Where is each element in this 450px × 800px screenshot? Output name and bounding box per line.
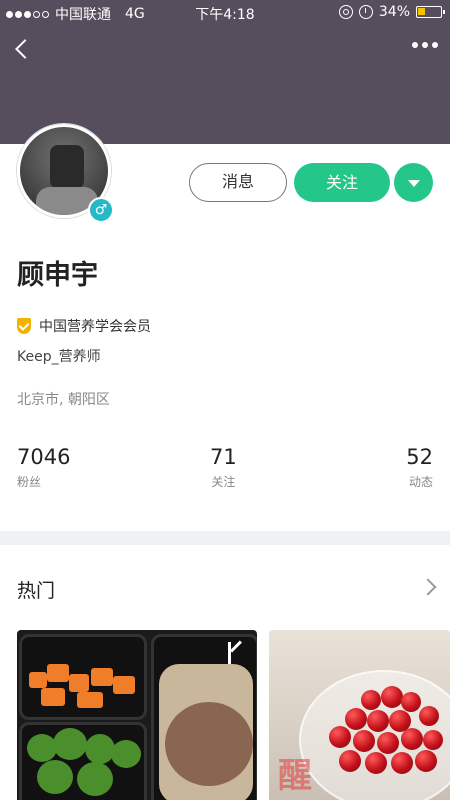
cherry — [329, 726, 351, 748]
status-bar: 中国联通 4G 下午4:18 34% — [0, 0, 450, 26]
cherry — [365, 752, 387, 774]
rotation-lock-icon — [338, 5, 353, 19]
carrot-piece — [91, 668, 113, 686]
profile-location: 北京市, 朝阳区 — [17, 392, 110, 408]
follow-button[interactable]: 关注 — [294, 163, 390, 202]
broccoli-piece — [111, 740, 141, 768]
broccoli-piece — [85, 734, 115, 764]
carrot-piece — [41, 688, 65, 706]
cherry — [377, 732, 399, 754]
cherry — [361, 690, 381, 710]
stat-posts-value: 52 — [406, 445, 433, 469]
broccoli-piece — [53, 728, 87, 760]
stat-following-label: 关注 — [211, 475, 236, 489]
cherry — [401, 692, 421, 712]
cherry — [419, 706, 439, 726]
cherry — [367, 710, 389, 732]
stat-followers-label: 粉丝 — [17, 475, 42, 489]
carrot-piece — [29, 672, 47, 688]
alarm-icon — [358, 5, 373, 19]
carrot-piece — [69, 674, 89, 692]
stat-following[interactable]: 71 关注 — [210, 445, 237, 490]
chevron-down-icon[interactable] — [394, 163, 433, 202]
profile-title: Keep_营养师 — [17, 349, 101, 365]
more-options-icon[interactable] — [412, 42, 438, 48]
cherry — [345, 708, 367, 730]
stat-followers[interactable]: 7046 粉丝 — [17, 445, 70, 490]
hot-section-title: 热门 — [17, 580, 56, 602]
broccoli-piece — [77, 762, 113, 796]
stat-posts-label: 动态 — [408, 475, 433, 489]
cherry — [391, 752, 413, 774]
stat-posts[interactable]: 52 动态 — [406, 445, 433, 490]
verification-row: 中国营养学会会员 — [17, 316, 151, 336]
chevron-right-icon[interactable] — [422, 580, 436, 594]
carrot-piece — [47, 664, 69, 682]
male-gender-icon: ♂ — [88, 197, 114, 223]
cherry — [401, 728, 423, 750]
stat-following-value: 71 — [210, 445, 237, 469]
verification-label: 中国营养学会会员 — [39, 319, 151, 335]
profile-name: 顾申宇 — [17, 260, 98, 291]
carrot-piece — [113, 676, 135, 694]
battery-level-fill — [418, 8, 425, 15]
watermark-logo: 醒 — [278, 756, 314, 796]
broccoli-piece — [27, 734, 57, 762]
broccoli-piece — [37, 760, 73, 794]
message-button[interactable]: 消息 — [189, 163, 287, 202]
verified-shield-icon — [17, 318, 31, 334]
section-divider — [0, 531, 450, 545]
cherry — [381, 686, 403, 708]
battery-percent: 34% — [378, 4, 410, 20]
keep-logo-icon — [225, 642, 247, 664]
cherry — [353, 730, 375, 752]
battery-icon — [416, 6, 445, 18]
cherry — [339, 750, 361, 772]
carrot-piece — [77, 692, 103, 708]
meat-patty — [165, 702, 253, 786]
hot-post-card[interactable] — [17, 630, 257, 800]
cherry — [415, 750, 437, 772]
back-button[interactable] — [12, 38, 36, 62]
clock: 下午4:18 — [195, 7, 255, 23]
stat-followers-value: 7046 — [17, 445, 71, 469]
cherry — [423, 730, 443, 750]
